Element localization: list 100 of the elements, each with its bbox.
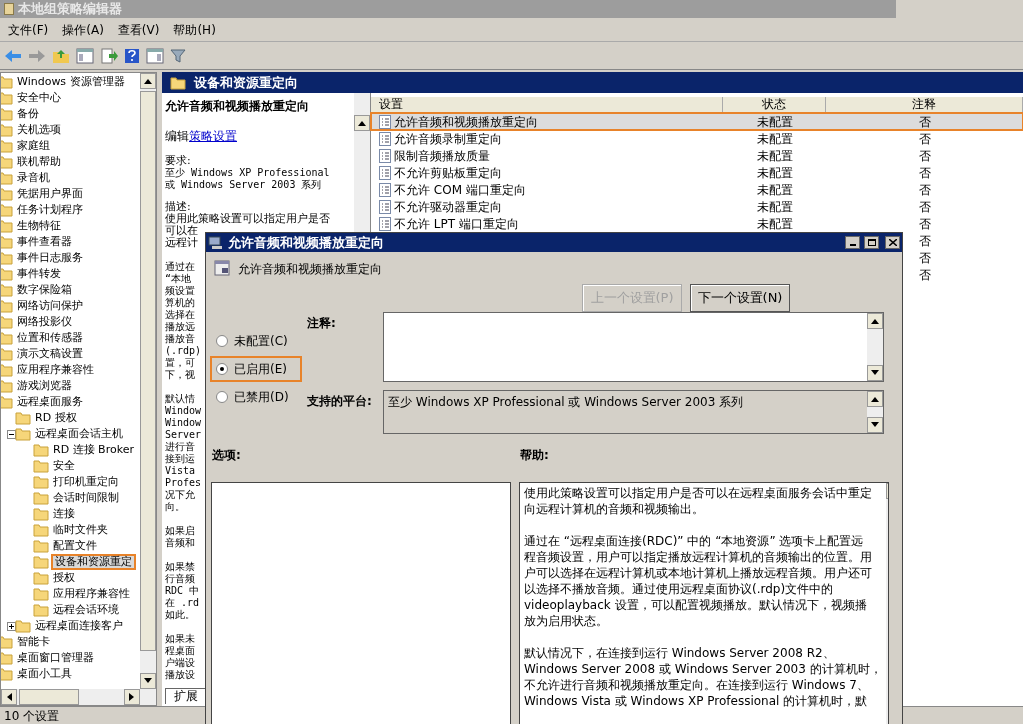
table-cell-text: 未配置 [756, 147, 793, 165]
tree-item[interactable]: 连接 [51, 506, 77, 522]
tree-item[interactable]: RD 连接 Broker [51, 442, 136, 458]
table-row[interactable]: 不允许 LPT 端口重定向 未配置 否 [371, 215, 1023, 232]
menu-item[interactable]: 查看(V) [117, 20, 160, 39]
tree-item[interactable]: 远程会话环境 [51, 602, 121, 618]
scrollbar-thumb[interactable] [19, 689, 79, 705]
table-row[interactable]: 限制音频播放质量 未配置 否 [371, 147, 1023, 164]
tree-item[interactable]: 安全 [51, 458, 77, 474]
tree-item[interactable]: 应用程序兼容性 [51, 586, 132, 602]
table-cell-text: 否 [918, 147, 931, 165]
help-icon[interactable] [124, 47, 140, 64]
menu-item[interactable]: 操作(A) [62, 20, 104, 39]
scroll-right-button[interactable] [124, 689, 140, 705]
requirements-text: 至少 Windows XP Professional [165, 167, 331, 179]
tree-item[interactable]: 演示文稿设置 [15, 346, 85, 362]
table-row[interactable]: 允许音频和视频播放重定向 未配置 否 [371, 113, 1023, 130]
menu-item[interactable]: 帮助(H) [173, 20, 216, 39]
policy-settings-link[interactable]: 策略设置 [189, 127, 237, 145]
minimize-button[interactable] [845, 236, 860, 249]
tree-item[interactable]: 事件日志服务 [15, 250, 85, 266]
tree-item[interactable]: 网络访问保护 [15, 298, 85, 314]
tree-item[interactable]: 录音机 [15, 170, 52, 186]
folder-icon [33, 491, 49, 505]
table-row[interactable]: 不允许驱动器重定向 未配置 否 [371, 198, 1023, 215]
arrow-icon [871, 396, 879, 402]
table-row[interactable]: 不允许 COM 端口重定向 未配置 否 [371, 181, 1023, 198]
scroll-up-button[interactable] [354, 115, 370, 131]
description-text: 如此。 [165, 609, 195, 621]
folder-icon [33, 523, 49, 537]
scrollbar[interactable] [1, 689, 156, 705]
tree-item[interactable]: 打印机重定向 [51, 474, 121, 490]
folder-icon [1, 395, 13, 409]
tree-item[interactable]: 家庭组 [15, 138, 52, 154]
folder-icon [1, 171, 13, 185]
tree-item[interactable]: Windows 资源管理器 [15, 74, 127, 90]
tree-item[interactable]: 临时文件夹 [51, 522, 110, 538]
tree-pane-icon[interactable] [76, 47, 94, 64]
arrow-icon [871, 318, 879, 324]
help-paragraph: 通过在 “远程桌面连接(RDC)” 中的 “本地资源” 选项卡上配置远 程音频设置，用户可以指定播放远程计算机的音频输出的位置。用 户可以选择在远程计算机或本地计算机上播放远程音频。用户还可 以选择不播放音频。通过使用远程桌面协议(.rdp)文件中的 videoplayback 设置，可以配置视频播放。默认情况下，视频播 放为启用状态。 [524, 533, 873, 629]
tree-item[interactable]: 设备和资源重定 [51, 554, 136, 570]
close-button[interactable] [885, 236, 900, 249]
tree-item[interactable]: 远程桌面连接客户 [33, 618, 125, 634]
comment-field[interactable] [383, 312, 884, 382]
folder-icon [1, 235, 13, 249]
scroll-down-button[interactable] [867, 365, 883, 381]
maximize-button[interactable] [864, 236, 879, 249]
tree-item[interactable]: 配置文件 [51, 538, 99, 554]
tree-item[interactable]: 应用程序兼容性 [15, 362, 96, 378]
tree-item[interactable]: 凭据用户界面 [15, 186, 85, 202]
scroll-up-button[interactable] [867, 313, 883, 329]
action-pane-icon[interactable] [146, 47, 164, 64]
scroll-left-button[interactable] [1, 689, 17, 705]
tree-item[interactable]: 游戏浏览器 [15, 378, 74, 394]
scroll-down-button[interactable] [140, 673, 156, 689]
folder-icon [1, 363, 13, 377]
folder-icon [1, 283, 13, 297]
arrow-icon [144, 78, 152, 84]
table-cell-text: 未配置 [756, 198, 793, 216]
folder-icon [1, 635, 13, 649]
tree-item[interactable]: 事件查看器 [15, 234, 74, 250]
description-text: 选择在 [165, 309, 195, 321]
arrow-icon [129, 693, 135, 701]
policy-icon [379, 182, 391, 197]
tree-item[interactable]: 事件转发 [15, 266, 63, 282]
scroll-up-button[interactable] [140, 73, 156, 89]
tree-item[interactable]: 网络投影仪 [15, 314, 74, 330]
filter-icon[interactable] [170, 47, 186, 64]
radio-option[interactable]: 已启用(E) [212, 358, 300, 380]
arrow-icon [144, 678, 152, 684]
tree-item[interactable]: 会话时间限制 [51, 490, 121, 506]
tree-item[interactable]: 任务计划程序 [15, 202, 85, 218]
radio-option[interactable]: 已禁用(D) [212, 386, 300, 408]
tree-item[interactable]: 远程桌面服务 [15, 394, 85, 410]
tree-item[interactable]: 数字保险箱 [15, 282, 74, 298]
export-icon[interactable] [100, 47, 118, 64]
dialog-title: 允许音频和视频播放重定向 [228, 233, 385, 252]
tree-item[interactable]: 桌面窗口管理器 [15, 650, 96, 666]
app-icon [4, 3, 14, 15]
tree-item[interactable]: 联机帮助 [15, 154, 63, 170]
description-text: 如果启 [165, 525, 195, 537]
tree-item[interactable]: 授权 [51, 570, 77, 586]
tree-item[interactable]: 桌面小工具 [15, 666, 74, 682]
tree-item[interactable]: 远程桌面会话主机 [33, 426, 125, 442]
menu-item[interactable]: 文件(F) [8, 20, 49, 39]
radio-option[interactable]: 未配置(C) [212, 330, 300, 352]
tree-item[interactable]: 备份 [15, 106, 41, 122]
tree-item[interactable]: 关机选项 [15, 122, 63, 138]
scroll-down-button[interactable] [867, 417, 883, 433]
table-row[interactable]: 允许音频录制重定向 未配置 否 [371, 130, 1023, 147]
tree-item[interactable]: RD 授权 [33, 410, 79, 426]
tree-item[interactable]: 智能卡 [15, 634, 52, 650]
table-row[interactable]: 不允许剪贴板重定向 未配置 否 [371, 164, 1023, 181]
tree-item[interactable]: 生物特征 [15, 218, 63, 234]
next-setting-button[interactable]: 下一个设置(N) [690, 284, 790, 312]
scroll-up-button[interactable] [867, 391, 883, 407]
tree-item[interactable]: 安全中心 [15, 90, 63, 106]
view-tab[interactable]: 扩展 [165, 688, 207, 704]
tree-item[interactable]: 位置和传感器 [15, 330, 85, 346]
table-cell-text: 不允许剪贴板重定向 [394, 164, 502, 182]
